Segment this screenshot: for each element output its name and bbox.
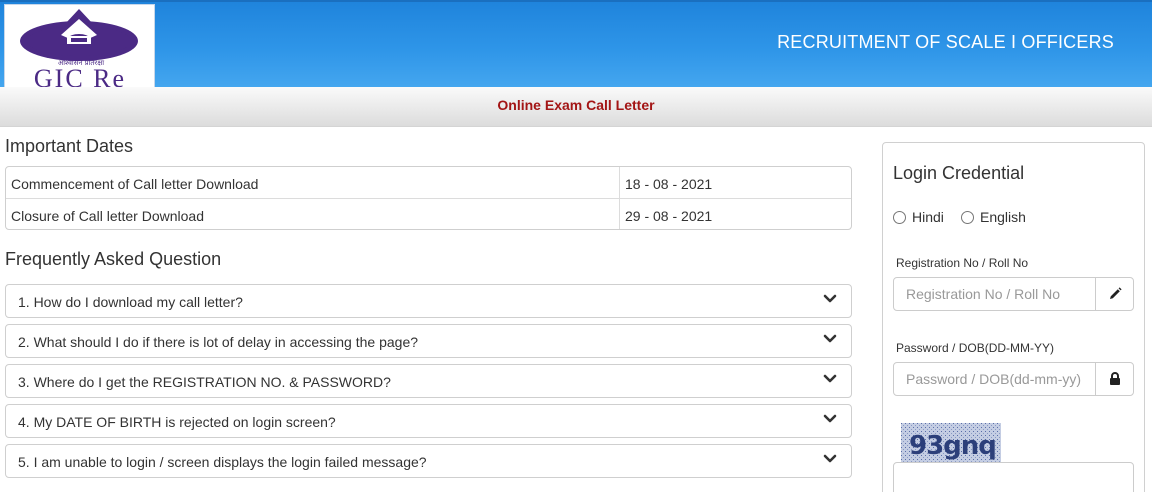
login-panel: Login Credential Hindi English Registrat… (882, 142, 1145, 492)
table-cell-label: Commencement of Call letter Download (11, 176, 259, 192)
subheader-bar: Online Exam Call Letter (0, 87, 1152, 127)
login-title: Login Credential (893, 163, 1025, 183)
site-header: आश्वासन प्रतिरक्षा GIC Re RECRUITMENT OF… (0, 0, 1152, 93)
captcha-image: 93gnq (901, 423, 1001, 463)
language-radio-hindi[interactable]: Hindi (893, 209, 944, 225)
page-title: RECRUITMENT OF SCALE I OFFICERS (777, 32, 1114, 52)
password-label: Password / DOB(DD-MM-YY) (896, 341, 1055, 355)
lock-icon (1110, 372, 1120, 385)
chevron-down-icon (823, 374, 837, 383)
chevron-down-icon (823, 294, 837, 303)
faq-heading: Frequently Asked Question (5, 249, 222, 269)
important-dates-table: Commencement of Call letter Download 18 … (5, 166, 852, 230)
radio-label: Hindi (912, 209, 944, 225)
faq-question: 3. Where do I get the REGISTRATION NO. &… (18, 374, 391, 390)
faq-item-1[interactable]: 1. How do I download my call letter? (5, 284, 852, 318)
logo-emblem (20, 9, 138, 61)
radio-button[interactable] (893, 210, 906, 224)
chevron-down-icon (823, 414, 837, 423)
important-dates-heading: Important Dates (5, 136, 134, 156)
radio-button[interactable] (961, 210, 974, 224)
logo-lettering: आश्वासन प्रतिरक्षा GIC Re (34, 58, 124, 93)
faq-item-2[interactable]: 2. What should I do if there is lot of d… (5, 324, 852, 358)
table-cell-date: 29 - 08 - 2021 (619, 199, 851, 229)
faq-question: 4. My DATE OF BIRTH is rejected on login… (18, 414, 336, 430)
table-cell-date: 18 - 08 - 2021 (619, 167, 851, 198)
captcha-text: 93gnq (909, 431, 996, 461)
password-input[interactable] (894, 363, 1096, 395)
table-row: Closure of Call letter Download 29 - 08 … (6, 198, 851, 229)
radio-label: English (980, 209, 1026, 225)
faq-question: 1. How do I download my call letter? (18, 294, 243, 310)
registration-input-group (893, 277, 1134, 311)
pencil-icon (1110, 287, 1122, 299)
registration-input[interactable] (894, 278, 1096, 310)
captcha-input[interactable] (893, 462, 1134, 492)
faq-item-5[interactable]: 5. I am unable to login / screen display… (5, 444, 852, 478)
subheader-title: Online Exam Call Letter (497, 97, 655, 113)
gic-re-logo: आश्वासन प्रतिरक्षा GIC Re (4, 4, 155, 93)
faq-item-4[interactable]: 4. My DATE OF BIRTH is rejected on login… (5, 404, 852, 438)
table-cell-label: Closure of Call letter Download (11, 208, 204, 224)
language-radio-english[interactable]: English (961, 209, 1026, 225)
password-input-group (893, 362, 1134, 396)
password-addon (1095, 363, 1133, 395)
registration-label: Registration No / Roll No (896, 256, 1029, 270)
faq-item-3[interactable]: 3. Where do I get the REGISTRATION NO. &… (5, 364, 852, 398)
faq-question: 5. I am unable to login / screen display… (18, 454, 427, 470)
registration-addon (1095, 278, 1133, 310)
chevron-down-icon (823, 454, 837, 463)
table-row: Commencement of Call letter Download 18 … (6, 167, 851, 198)
chevron-down-icon (823, 334, 837, 343)
faq-question: 2. What should I do if there is lot of d… (18, 334, 419, 350)
